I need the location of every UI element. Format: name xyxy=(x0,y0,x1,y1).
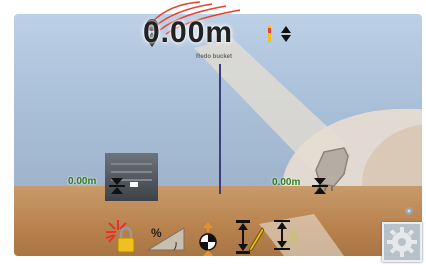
slope-percent-label: % xyxy=(151,226,162,240)
depth-readout: 0.00m xyxy=(143,16,234,49)
right-level-readout: 0.00m xyxy=(272,177,301,188)
left-level-readout: 0.00m xyxy=(68,176,97,187)
excavator-view xyxy=(14,14,422,256)
target-icon[interactable] xyxy=(196,222,220,256)
level-marker-right-icon xyxy=(312,178,328,194)
depth-adjust-icon[interactable] xyxy=(268,26,298,44)
depth-sublabel: Redo bucket xyxy=(196,54,233,60)
plumb-line xyxy=(219,64,221,194)
laser-receiver-icon[interactable] xyxy=(104,218,140,254)
settings-gear-icon xyxy=(387,227,417,257)
depth-edit-icon[interactable] xyxy=(236,220,264,254)
depth-reference-icon[interactable] xyxy=(274,220,302,254)
settings-button[interactable] xyxy=(382,222,422,262)
level-marker-left-icon xyxy=(109,178,125,194)
left-level-tick xyxy=(130,182,138,187)
small-gear-icon xyxy=(405,207,413,215)
